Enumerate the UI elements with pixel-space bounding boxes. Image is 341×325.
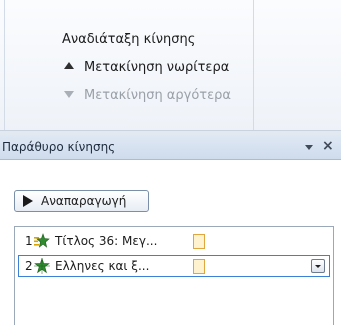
fly-in-effect-icon [34,233,50,248]
animation-list-item[interactable]: 1 Τίτλος 36: Μεγ... [19,231,327,251]
animation-order-number: 1 [25,234,33,248]
arrow-up-icon [64,62,74,69]
move-later-label: Μετακίνηση αργότερα [84,88,231,103]
play-icon [23,195,33,207]
pane-title: Παράθυρο κίνησης [2,140,116,154]
arrow-down-icon [64,91,74,98]
ribbon-separator [4,0,5,130]
timing-bar [193,234,205,249]
animation-list-item-selected[interactable]: 2 Ελληνες και ξ... [18,255,330,277]
play-label: Αναπαραγωγή [41,194,127,208]
ribbon-group-reorder: Αναδιάταξη κίνησης Μετακίνηση νωρίτερα Μ… [0,0,341,135]
timing-bar [193,259,205,274]
play-button[interactable]: Αναπαραγωγή [14,190,149,212]
move-later-button[interactable]: Μετακίνηση αργότερα [62,86,231,106]
star-effect-icon [34,258,50,274]
ribbon-separator [253,0,254,130]
close-icon[interactable]: × [322,137,334,155]
animation-list: 1 Τίτλος 36: Μεγ... 2 Ελληνες και ξ... [14,226,334,325]
chevron-down-icon[interactable] [311,259,325,273]
animation-pane-header: Παράθυρο κίνησης × [0,135,341,160]
pane-options-dropdown-icon[interactable] [305,145,313,150]
animation-item-label: Τίτλος 36: Μεγ... [55,234,158,248]
move-earlier-label: Μετακίνηση νωρίτερα [84,60,230,75]
animation-item-label: Ελληνες και ξ... [55,259,150,273]
reorder-animation-title: Αναδιάταξη κίνησης [62,32,196,47]
animation-order-number: 2 [25,259,33,273]
move-earlier-button[interactable]: Μετακίνηση νωρίτερα [62,58,229,78]
